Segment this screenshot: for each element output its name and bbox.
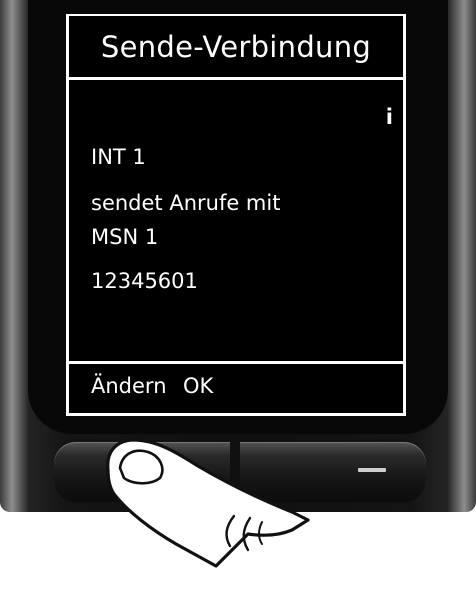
fingernail-shape <box>118 449 164 485</box>
pointing-finger-icon <box>106 438 310 568</box>
